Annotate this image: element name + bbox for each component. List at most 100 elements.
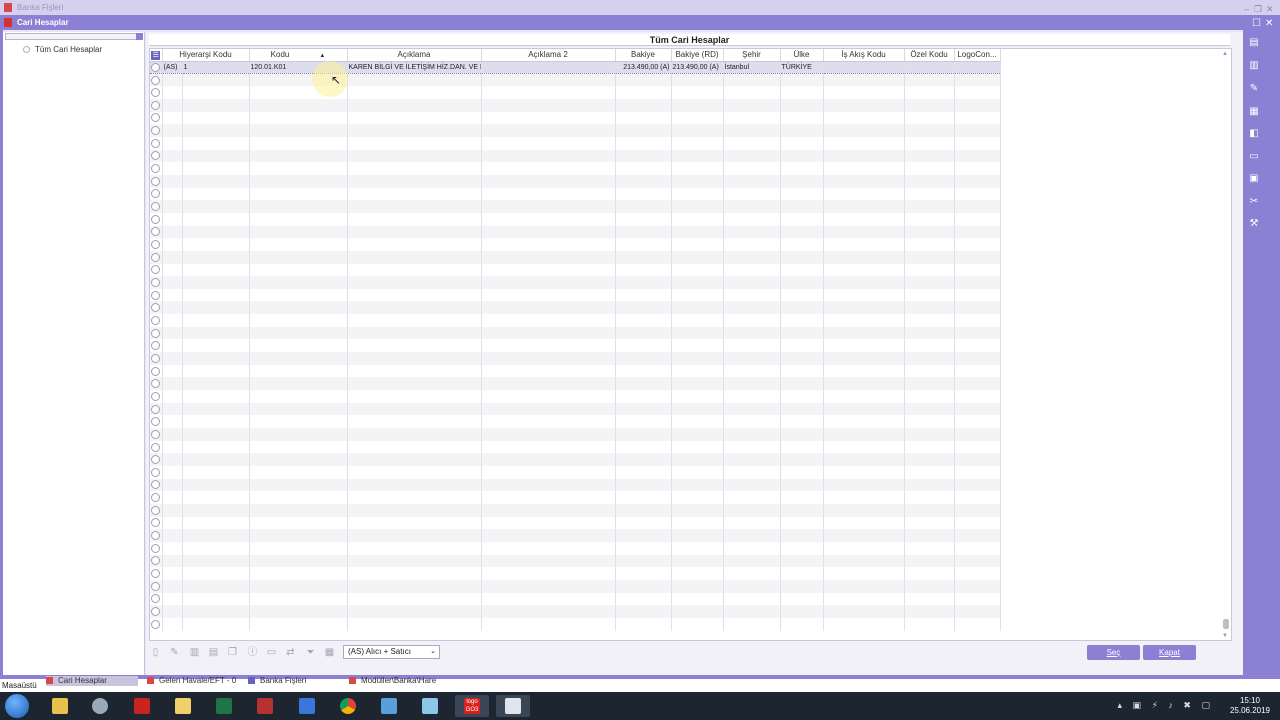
- filter-icon[interactable]: ⏷: [305, 647, 316, 659]
- table-row[interactable]: [150, 124, 1001, 137]
- table-row[interactable]: [150, 326, 1001, 340]
- row-radio[interactable]: [151, 379, 160, 389]
- taskbar-clock[interactable]: 15:10 25.06.2019: [1226, 696, 1274, 716]
- row-select-cell[interactable]: [150, 238, 163, 251]
- table-row[interactable]: [150, 136, 1001, 150]
- row-select-cell[interactable]: [150, 541, 163, 555]
- row-radio[interactable]: [151, 341, 160, 351]
- account-type-filter-select[interactable]: (AS) Alıcı + Satıcı ⌄: [343, 645, 440, 659]
- taskbar-window[interactable]: [413, 695, 447, 717]
- row-select-cell[interactable]: [150, 225, 163, 239]
- row-radio[interactable]: [151, 353, 160, 363]
- taskbar-chrome[interactable]: [331, 695, 365, 717]
- view-record-icon[interactable]: ▤: [208, 647, 219, 659]
- table-row[interactable]: [150, 225, 1001, 239]
- tray-volume-icon[interactable]: ♪: [1168, 700, 1173, 710]
- table-row[interactable]: [150, 86, 1001, 99]
- row-radio[interactable]: [151, 240, 160, 250]
- grid-scrollbar[interactable]: ▲ ▼: [1222, 51, 1230, 639]
- table-row[interactable]: [150, 377, 1001, 391]
- column-header[interactable]: LogoCon...: [954, 49, 1001, 62]
- row-select-cell[interactable]: [150, 554, 163, 568]
- table-row[interactable]: [150, 276, 1001, 289]
- window-tab[interactable]: Modüller\Banka\Hare: [349, 676, 442, 686]
- window-tab[interactable]: Gelen Havale/EFT - 0: [147, 676, 242, 686]
- row-select-cell[interactable]: [150, 98, 163, 112]
- row-radio[interactable]: [151, 442, 160, 452]
- row-radio[interactable]: [151, 581, 160, 591]
- table-row[interactable]: [150, 605, 1001, 618]
- row-radio[interactable]: [151, 303, 160, 313]
- close-icon[interactable]: ✕: [1265, 16, 1273, 31]
- table-row[interactable]: [150, 73, 1001, 87]
- scroll-down-icon[interactable]: ▼: [1222, 633, 1228, 639]
- side-toolbar-icon-5[interactable]: ◧: [1248, 128, 1260, 140]
- table-row[interactable]: [150, 98, 1001, 112]
- table-row[interactable]: (AS) 1 120.01.K01 KAREN BİLGİ VE İLETİŞİ…: [150, 60, 1001, 75]
- row-radio[interactable]: [151, 480, 160, 490]
- side-toolbar-icon-2[interactable]: ▥: [1248, 60, 1260, 72]
- row-select-cell[interactable]: [150, 617, 163, 631]
- columns-icon[interactable]: ▦: [324, 647, 335, 659]
- row-select-cell[interactable]: [150, 466, 163, 479]
- close-button[interactable]: Kapat: [1143, 645, 1196, 660]
- table-row[interactable]: [150, 466, 1001, 479]
- row-select-cell[interactable]: [150, 60, 163, 75]
- delete-record-icon[interactable]: ▥: [189, 647, 200, 659]
- row-radio[interactable]: [151, 594, 160, 604]
- side-toolbar-icon-3[interactable]: ✎: [1248, 83, 1260, 95]
- side-toolbar-icon-8[interactable]: ✂: [1248, 196, 1260, 208]
- table-row[interactable]: [150, 212, 1001, 226]
- select-all-header[interactable]: ☰: [150, 49, 163, 62]
- row-radio[interactable]: [151, 113, 160, 123]
- tray-app-icon[interactable]: ✖: [1183, 700, 1191, 710]
- row-radio[interactable]: [151, 164, 160, 174]
- row-select-cell[interactable]: [150, 301, 163, 315]
- row-select-cell[interactable]: [150, 377, 163, 391]
- table-row[interactable]: [150, 301, 1001, 315]
- row-select-cell[interactable]: [150, 491, 163, 504]
- row-select-cell[interactable]: [150, 364, 163, 378]
- row-radio[interactable]: [151, 214, 160, 224]
- table-row[interactable]: [150, 516, 1001, 530]
- row-select-cell[interactable]: [150, 136, 163, 150]
- row-select-cell[interactable]: [150, 529, 163, 542]
- taskbar-logo-go3[interactable]: logo GO3: [455, 695, 489, 717]
- row-select-cell[interactable]: [150, 605, 163, 618]
- transfer-icon[interactable]: ⇄: [285, 647, 296, 659]
- row-select-cell[interactable]: [150, 73, 163, 87]
- select-button[interactable]: Seç: [1087, 645, 1140, 660]
- row-radio[interactable]: [151, 62, 160, 72]
- column-header[interactable]: Ülke: [780, 49, 824, 62]
- table-row[interactable]: [150, 174, 1001, 188]
- row-radio[interactable]: [151, 151, 160, 161]
- maximize-icon[interactable]: ☐: [1252, 16, 1261, 31]
- side-toolbar-icon-4[interactable]: ▦: [1248, 106, 1260, 118]
- row-radio[interactable]: [151, 493, 160, 503]
- table-row[interactable]: [150, 187, 1001, 201]
- row-radio[interactable]: [151, 391, 160, 401]
- row-select-cell[interactable]: [150, 402, 163, 416]
- row-radio[interactable]: [151, 607, 160, 617]
- row-select-cell[interactable]: [150, 592, 163, 606]
- row-select-cell[interactable]: [150, 440, 163, 454]
- table-row[interactable]: [150, 339, 1001, 353]
- row-radio[interactable]: [151, 75, 160, 85]
- row-radio[interactable]: [151, 227, 160, 237]
- row-radio[interactable]: [151, 176, 160, 186]
- copy-record-icon[interactable]: ❐: [227, 647, 238, 659]
- tray-up-icon[interactable]: ▴: [1117, 700, 1122, 710]
- side-toolbar-icon-6[interactable]: ▭: [1248, 151, 1260, 163]
- row-radio[interactable]: [151, 543, 160, 553]
- row-select-cell[interactable]: [150, 415, 163, 429]
- row-select-cell[interactable]: [150, 111, 163, 125]
- column-header-code[interactable]: Kodu ▲: [249, 49, 348, 62]
- tree-item-all-accounts[interactable]: Tüm Cari Hesaplar: [23, 45, 102, 54]
- start-button-icon[interactable]: [5, 694, 29, 718]
- table-row[interactable]: [150, 149, 1001, 163]
- tray-notification-icon[interactable]: ▢: [1201, 700, 1210, 710]
- list-icon[interactable]: ▭: [266, 647, 277, 659]
- table-row[interactable]: [150, 250, 1001, 264]
- side-toolbar-icon-1[interactable]: ▤: [1248, 37, 1260, 49]
- row-select-cell[interactable]: [150, 567, 163, 580]
